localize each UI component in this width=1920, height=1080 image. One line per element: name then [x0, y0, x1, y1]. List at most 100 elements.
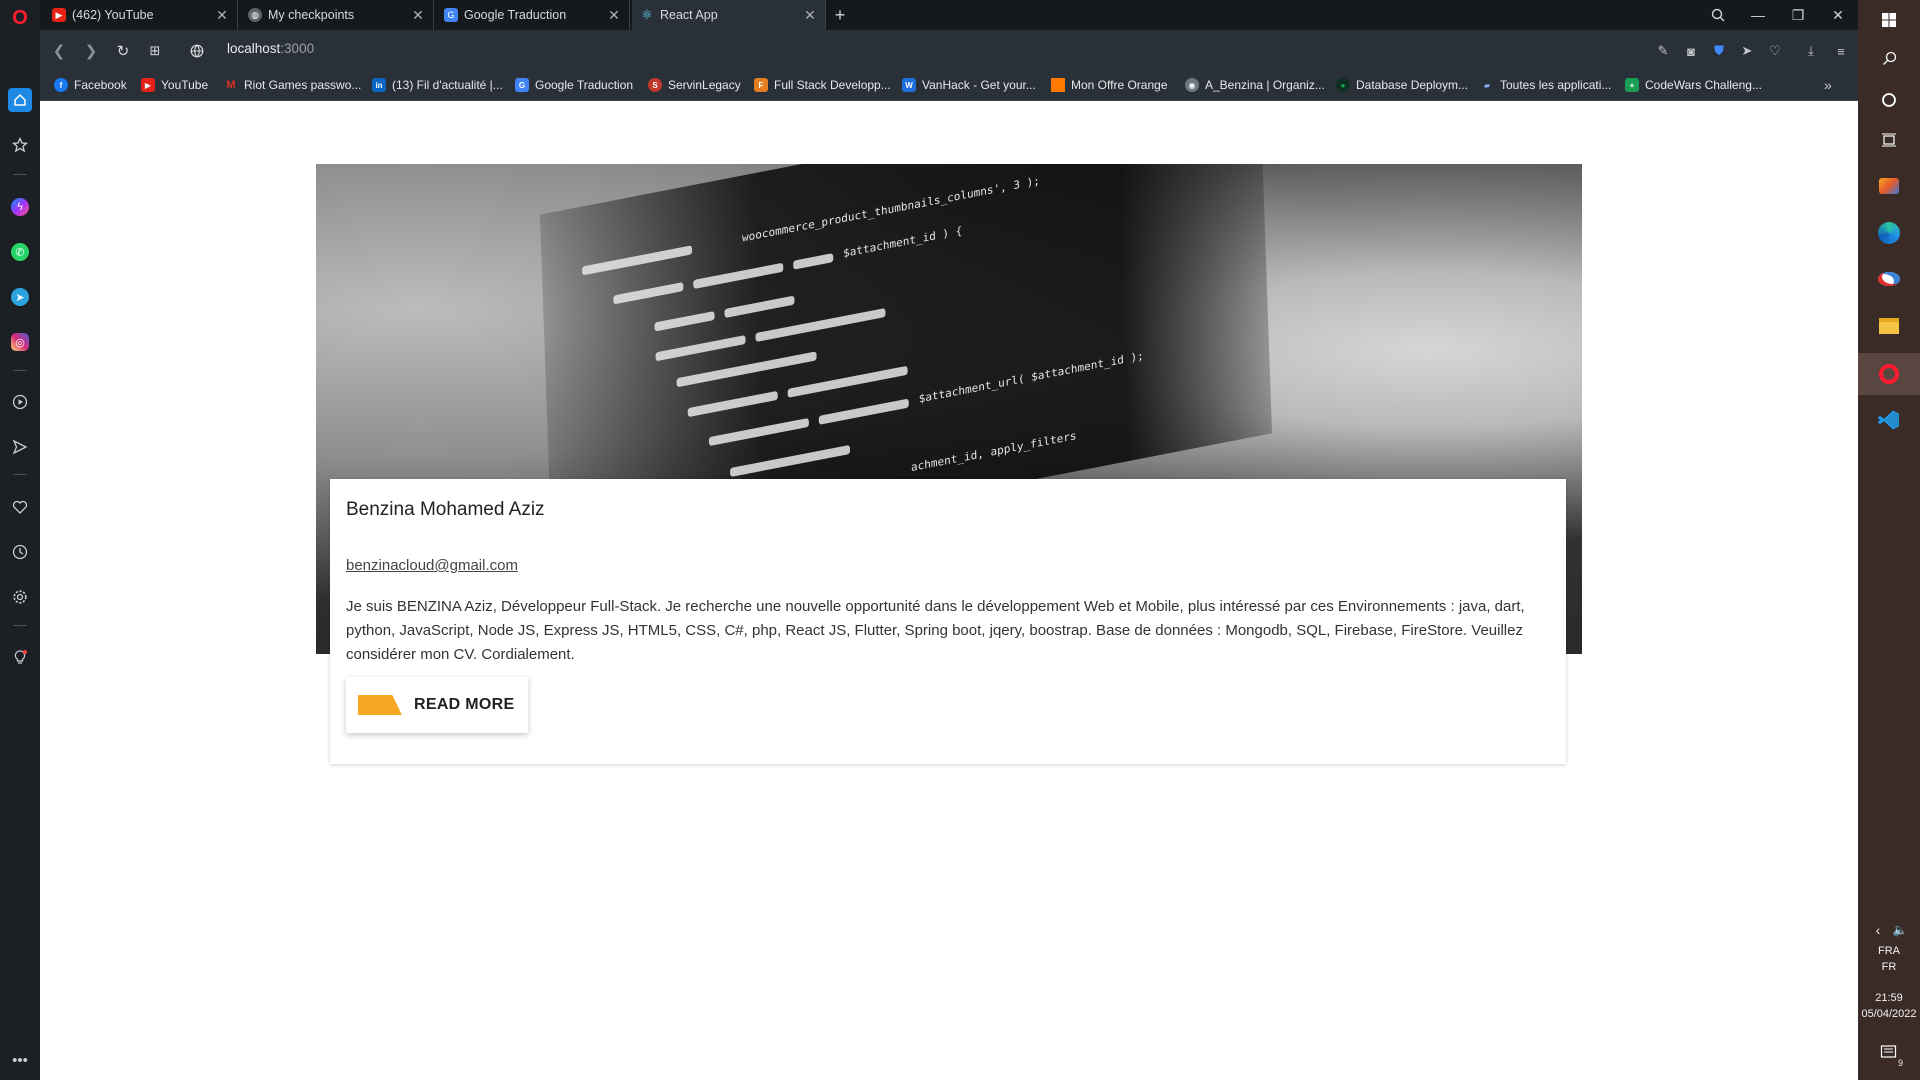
close-window-icon[interactable]: ✕ [1818, 0, 1858, 30]
restore-icon[interactable]: ❐ [1778, 0, 1818, 30]
input-language[interactable]: FRA [1858, 945, 1920, 957]
tab-google-traduction[interactable]: G Google Traduction ✕ [436, 0, 630, 30]
react-app-page: woocommerce_product_thumbnails_columns',… [40, 101, 1858, 1080]
close-tab-icon[interactable]: ✕ [607, 7, 621, 24]
snapshot-camera-icon[interactable]: ◙ [1680, 40, 1702, 62]
tab-search-icon[interactable] [1698, 0, 1738, 30]
opera-sidebar: O ϟ ✆ ➤ ◎ ••• [0, 0, 41, 1080]
tab-strip: ▶ (462) YouTube ✕ ◍ My checkpoints ✕ G G… [40, 0, 1858, 30]
edge-icon[interactable] [1876, 220, 1902, 246]
favorite-heart-icon[interactable]: ♡ [1764, 40, 1786, 62]
download-icon[interactable]: ⤓ [1800, 40, 1822, 62]
bookmark-servinlegacy[interactable]: S ServinLegacy [648, 76, 741, 94]
bookmarks-overflow-icon[interactable]: » [1824, 76, 1832, 94]
profile-bio: Je suis BENZINA Aziz, Développeur Full-S… [346, 598, 1525, 663]
bookmark-github-org[interactable]: ◉ A_Benzina | Organiz... [1185, 76, 1325, 94]
settings-gear-icon[interactable] [8, 585, 32, 609]
bookmark-vanhack[interactable]: W VanHack - Get your... [902, 76, 1036, 94]
more-options-icon[interactable]: ••• [8, 1048, 32, 1072]
servinlegacy-icon: S [648, 78, 662, 92]
reload-icon[interactable]: ↻ [112, 40, 134, 62]
send-icon[interactable]: ➤ [1736, 40, 1758, 62]
tray-expand-icon[interactable]: ‹ [1868, 917, 1888, 943]
tab-react-app[interactable]: ⚛ React App ✕ [632, 0, 826, 30]
fullstack-icon: F [754, 78, 768, 92]
bookmark-label: Mon Offre Orange [1071, 78, 1168, 92]
telegram-icon[interactable]: ➤ [8, 285, 32, 309]
bookmark-facebook[interactable]: f Facebook [54, 76, 127, 94]
tab-title: (462) YouTube [72, 8, 154, 22]
close-tab-icon[interactable]: ✕ [215, 7, 229, 24]
bookmark-label: Google Traduction [535, 78, 634, 92]
bookmarks-bar: f Facebook ▶ YouTube M Riot Games passwo… [40, 70, 1858, 101]
windows-start-icon[interactable] [1876, 7, 1902, 33]
github-icon: ◉ [1185, 78, 1199, 92]
close-tab-icon[interactable]: ✕ [803, 7, 817, 24]
speed-dial-home-icon[interactable] [8, 88, 32, 112]
code-line-text: $attachment_id ) { [842, 224, 963, 261]
whatsapp-icon[interactable]: ✆ [8, 240, 32, 264]
react-icon: ⚛ [641, 7, 653, 22]
bookmark-label: Riot Games passwo... [244, 78, 362, 92]
task-view-icon[interactable] [1876, 127, 1902, 153]
google-translate-icon: G [444, 8, 458, 22]
tab-my-checkpoints[interactable]: ◍ My checkpoints ✕ [240, 0, 434, 30]
tabs-overview-icon[interactable]: ⊞ [144, 40, 166, 62]
bookmarks-star-icon[interactable] [8, 133, 32, 157]
bookmark-codewars[interactable]: + CodeWars Challeng... [1625, 76, 1762, 94]
edit-page-icon[interactable]: ✎ [1652, 40, 1674, 62]
read-more-accent [358, 695, 402, 715]
heart-bookmarks-icon[interactable] [8, 495, 32, 519]
paint-app-icon[interactable] [1876, 266, 1902, 292]
url-field[interactable]: localhost:3000 [227, 41, 314, 56]
mail-app-icon[interactable] [1876, 173, 1902, 199]
easy-setup-menu-icon[interactable]: ≡ [1830, 40, 1852, 62]
bookmark-database-deployment[interactable]: ● Database Deploym... [1336, 76, 1468, 94]
url-port: :3000 [280, 41, 315, 56]
tab-youtube[interactable]: ▶ (462) YouTube ✕ [44, 0, 238, 30]
profile-email-link[interactable]: benzinacloud@gmail.com [346, 557, 518, 574]
vscode-icon[interactable] [1876, 407, 1902, 433]
bookmark-riot-games[interactable]: M Riot Games passwo... [224, 76, 361, 94]
instagram-icon[interactable]: ◎ [8, 330, 32, 354]
bookmark-google-traduction[interactable]: G Google Traduction [515, 76, 633, 94]
bookmark-toutes-applications[interactable]: ▰ Toutes les applicati... [1480, 76, 1611, 94]
new-tab-button[interactable]: + [825, 0, 855, 30]
adblock-shield-icon[interactable]: ⛊ [1708, 40, 1730, 62]
youtube-icon: ▶ [141, 78, 155, 92]
file-explorer-icon[interactable] [1876, 313, 1902, 339]
history-clock-icon[interactable] [8, 540, 32, 564]
gmail-icon: M [226, 79, 236, 91]
bookmark-label: A_Benzina | Organiz... [1205, 78, 1325, 92]
bookmark-youtube[interactable]: ▶ YouTube [141, 76, 208, 94]
profile-card: Benzina Mohamed Aziz benzinacloud@gmail.… [330, 479, 1566, 764]
apps-icon: ▰ [1483, 80, 1491, 90]
url-host: localhost [227, 41, 281, 56]
back-icon[interactable]: ❮ [48, 40, 70, 62]
lightbulb-icon[interactable] [8, 645, 32, 669]
opera-menu-icon[interactable]: O [8, 6, 32, 30]
site-info-globe-icon[interactable] [186, 40, 208, 62]
clock-time[interactable]: 21:59 [1858, 992, 1920, 1004]
send-flow-icon[interactable] [8, 435, 32, 459]
youtube-icon: ▶ [52, 8, 66, 22]
read-more-button[interactable]: READ MORE [346, 677, 528, 733]
keyboard-layout[interactable]: FR [1858, 961, 1920, 973]
close-tab-icon[interactable]: ✕ [411, 7, 425, 24]
bookmark-orange[interactable]: Mon Offre Orange [1051, 76, 1168, 94]
bookmark-linkedin[interactable]: in (13) Fil d'actualité |... [372, 76, 503, 94]
tab-title: Google Traduction [464, 8, 567, 22]
code-line-text: $attachment_url( $attachment_id ); [918, 349, 1144, 406]
action-center-icon[interactable]: 9 [1876, 1040, 1904, 1068]
clock-date[interactable]: 05/04/2022 [1858, 1008, 1920, 1020]
messenger-icon[interactable]: ϟ [8, 195, 32, 219]
volume-icon[interactable]: 🔈 [1890, 917, 1910, 943]
minimize-icon[interactable]: — [1738, 0, 1778, 30]
search-icon[interactable] [1876, 45, 1902, 71]
player-icon[interactable] [8, 390, 32, 414]
bookmark-full-stack[interactable]: F Full Stack Developp... [754, 76, 891, 94]
cortana-icon[interactable] [1876, 87, 1902, 113]
forward-icon[interactable]: ❯ [80, 40, 102, 62]
linkedin-icon: in [372, 78, 386, 92]
opera-browser-icon[interactable] [1876, 361, 1902, 387]
